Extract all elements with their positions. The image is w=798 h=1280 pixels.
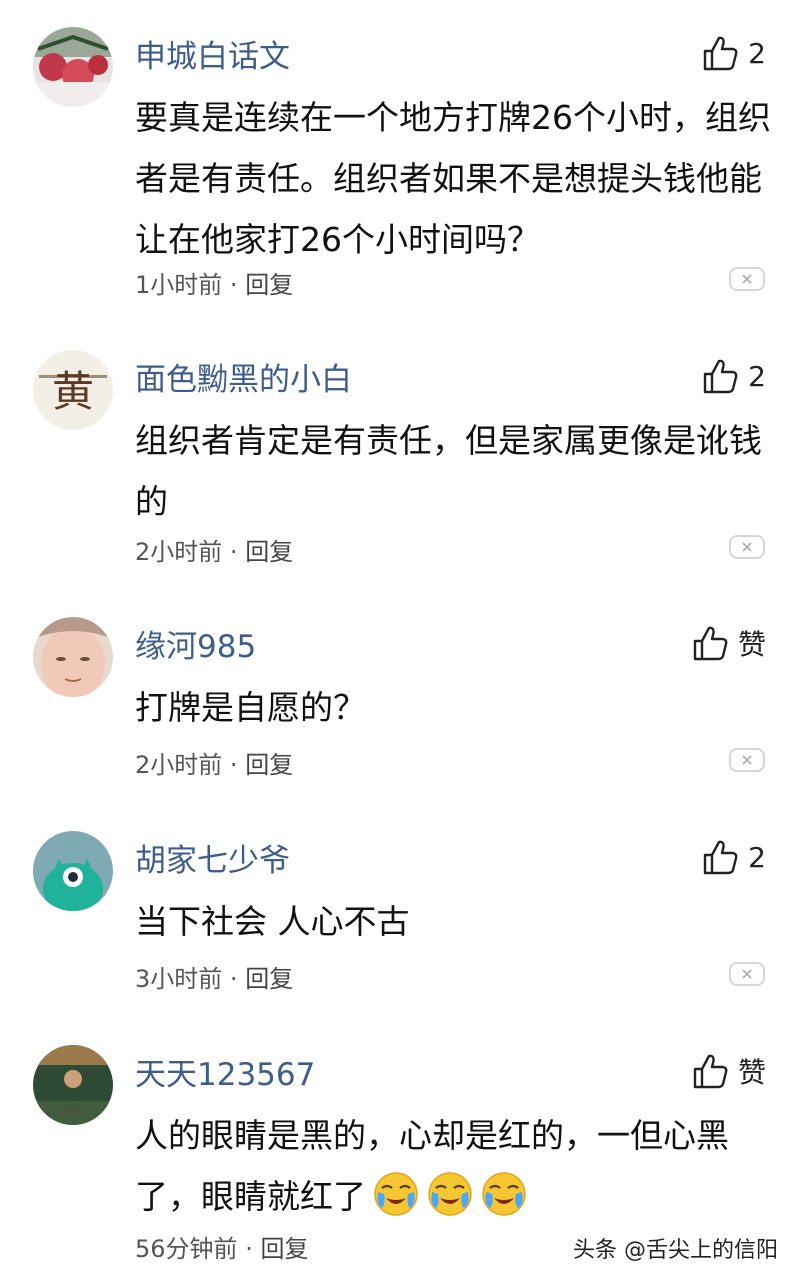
crying-face-emoji — [480, 1170, 528, 1218]
thumbs-up-icon — [703, 359, 738, 394]
thumbs-up-icon — [703, 840, 738, 875]
dismiss-button[interactable] — [729, 962, 765, 986]
avatar-image — [33, 831, 113, 911]
reply-button[interactable]: 回复 — [260, 1235, 308, 1263]
comment-meta: 3小时前 · 回复 — [135, 959, 293, 994]
comment-time: 2小时前 — [135, 538, 223, 566]
comment-username[interactable]: 天天123567 — [135, 1049, 315, 1094]
watermark: 头条 @舌尖上的信阳 — [573, 1238, 778, 1263]
comment-time: 56分钟前 — [135, 1235, 238, 1263]
like-button[interactable]: 赞 — [690, 1051, 766, 1091]
avatar-image — [33, 617, 113, 697]
like-button[interactable]: 2 — [700, 33, 766, 73]
meta-separator: · — [229, 751, 238, 779]
meta-separator: · — [229, 965, 238, 993]
crying-face-emoji — [372, 1170, 420, 1218]
dismiss-button[interactable] — [729, 748, 765, 772]
comment-text: 要真是连续在一个地方打牌26个小时，组织者是有责任。组织者如果不是想提头钱他能让… — [135, 98, 771, 259]
meta-separator: · — [229, 538, 238, 566]
avatar-image — [33, 1045, 113, 1125]
reply-button[interactable]: 回复 — [245, 271, 293, 299]
like-button[interactable]: 2 — [700, 837, 766, 877]
like-count: 2 — [748, 36, 766, 70]
comment-username[interactable]: 申城白话文 — [135, 31, 290, 76]
like-button[interactable]: 2 — [700, 356, 766, 396]
comment-text: 当下社会 人心不古 — [135, 902, 410, 941]
avatar[interactable] — [33, 831, 113, 911]
avatar[interactable] — [33, 617, 113, 697]
comment-time: 1小时前 — [135, 271, 223, 299]
reply-button[interactable]: 回复 — [245, 751, 293, 779]
comment-text: 打牌是自愿的？ — [135, 688, 366, 727]
avatar[interactable] — [33, 1045, 113, 1125]
dismiss-button[interactable] — [729, 535, 765, 559]
close-icon — [742, 969, 752, 979]
crying-face-icon — [374, 1172, 418, 1216]
thumbs-up-icon — [693, 626, 728, 661]
avatar-glyph: 黄 — [52, 367, 94, 416]
comment-username[interactable]: 胡家七少爷 — [135, 835, 290, 880]
reply-button[interactable]: 回复 — [245, 538, 293, 566]
comment-username[interactable]: 面色黝黑的小白 — [135, 354, 352, 399]
thumbs-up-icon — [703, 36, 738, 71]
like-count: 2 — [748, 840, 766, 874]
thumbs-up-icon — [693, 1054, 728, 1089]
like-count: 2 — [748, 359, 766, 393]
comment-meta: 2小时前 · 回复 — [135, 745, 293, 780]
meta-separator: · — [229, 271, 238, 299]
comment-meta: 56分钟前 · 回复 — [135, 1229, 308, 1264]
comment-username[interactable]: 缘河985 — [135, 621, 256, 666]
comment-time: 3小时前 — [135, 965, 223, 993]
avatar[interactable] — [33, 27, 113, 107]
crying-face-emoji — [426, 1170, 474, 1218]
comment-meta: 2小时前 · 回复 — [135, 532, 293, 567]
close-icon — [742, 755, 752, 765]
like-button[interactable]: 赞 — [690, 623, 766, 663]
close-icon — [742, 274, 752, 284]
avatar-image — [33, 27, 113, 107]
comment-text: 人的眼睛是黑的，心却是红的，一但心黑了，眼睛就红了 — [135, 1105, 775, 1227]
crying-face-icon — [482, 1172, 526, 1216]
avatar-image: 黄 — [33, 350, 113, 430]
meta-separator: · — [245, 1235, 253, 1263]
like-count: 赞 — [737, 1056, 766, 1089]
crying-face-icon — [428, 1172, 472, 1216]
avatar[interactable]: 黄 — [33, 350, 113, 430]
reply-button[interactable]: 回复 — [245, 965, 293, 993]
comment-time: 2小时前 — [135, 751, 223, 779]
close-icon — [742, 542, 752, 552]
dismiss-button[interactable] — [729, 267, 765, 291]
comment-text: 组织者肯定是有责任，但是家属更像是讹钱的 — [135, 421, 762, 521]
like-count: 赞 — [737, 628, 766, 661]
comment-meta: 1小时前 · 回复 — [135, 265, 293, 300]
